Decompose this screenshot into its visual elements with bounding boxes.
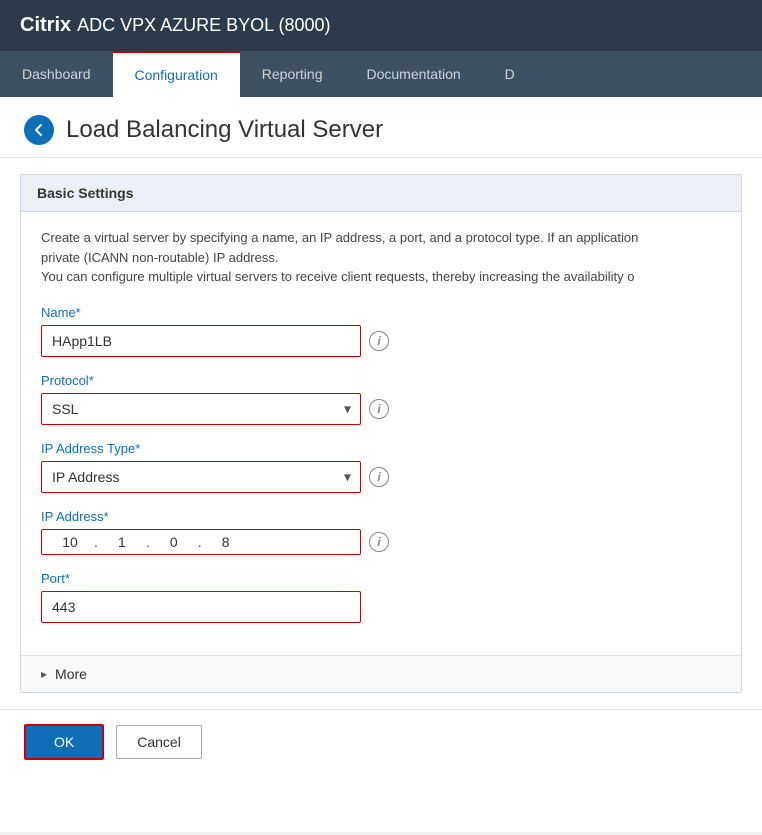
port-field-group: Port* bbox=[41, 571, 721, 623]
protocol-select[interactable]: SSL HTTP HTTPS TCP UDP bbox=[41, 393, 361, 425]
ip-address-type-select[interactable]: IP Address Non Addressable bbox=[41, 461, 361, 493]
ip-dot-2: . bbox=[146, 534, 150, 550]
more-label: More bbox=[55, 666, 87, 682]
page-title: Load Balancing Virtual Server bbox=[66, 116, 383, 144]
port-field-row bbox=[41, 591, 721, 623]
section-description: Create a virtual server by specifying a … bbox=[41, 228, 721, 287]
ip-dot-1: . bbox=[94, 534, 98, 550]
ip-octet-1[interactable] bbox=[50, 534, 90, 550]
name-info-icon[interactable]: i bbox=[369, 331, 389, 351]
back-arrow-icon bbox=[31, 122, 47, 138]
ip-address-type-field-group: IP Address Type* IP Address Non Addressa… bbox=[41, 441, 721, 493]
brand-citrix: Citrix bbox=[20, 14, 71, 37]
more-arrow-icon: ▸ bbox=[41, 667, 47, 681]
ip-address-type-label: IP Address Type* bbox=[41, 441, 721, 456]
port-input[interactable] bbox=[41, 591, 361, 623]
basic-settings-section: Basic Settings Create a virtual server b… bbox=[20, 174, 742, 693]
section-title: Basic Settings bbox=[21, 175, 741, 212]
ip-address-type-select-wrapper: IP Address Non Addressable bbox=[41, 461, 361, 493]
ip-address-type-info-icon[interactable]: i bbox=[369, 467, 389, 487]
description-line1: Create a virtual server by specifying a … bbox=[41, 230, 638, 245]
back-button[interactable] bbox=[24, 115, 54, 145]
buttons-area: OK Cancel bbox=[0, 709, 762, 774]
ip-address-field-row: . . . i bbox=[41, 529, 721, 555]
ip-dot-3: . bbox=[198, 534, 202, 550]
protocol-label: Protocol* bbox=[41, 373, 721, 388]
tab-configuration[interactable]: Configuration bbox=[113, 51, 240, 97]
brand-rest: ADC VPX AZURE BYOL (8000) bbox=[77, 15, 330, 36]
description-line2: private (ICANN non-routable) IP address. bbox=[41, 250, 278, 265]
ok-button[interactable]: OK bbox=[24, 724, 104, 760]
name-input[interactable] bbox=[41, 325, 361, 357]
nav-tabs: Dashboard Configuration Reporting Docume… bbox=[0, 51, 762, 97]
ip-address-input-group: . . . bbox=[41, 529, 361, 555]
protocol-field-row: SSL HTTP HTTPS TCP UDP i bbox=[41, 393, 721, 425]
tab-documentation[interactable]: Documentation bbox=[344, 51, 482, 97]
name-field-group: Name* i bbox=[41, 305, 721, 357]
content-area: Basic Settings Create a virtual server b… bbox=[0, 174, 762, 794]
ip-octet-4[interactable] bbox=[206, 534, 246, 550]
ip-address-info-icon[interactable]: i bbox=[369, 532, 389, 552]
page-title-area: Load Balancing Virtual Server bbox=[0, 97, 762, 158]
ip-address-label: IP Address* bbox=[41, 509, 721, 524]
name-label: Name* bbox=[41, 305, 721, 320]
tab-dashboard[interactable]: Dashboard bbox=[0, 51, 113, 97]
name-field-row: i bbox=[41, 325, 721, 357]
ip-octet-3[interactable] bbox=[154, 534, 194, 550]
cancel-button[interactable]: Cancel bbox=[116, 725, 202, 759]
ip-address-type-field-row: IP Address Non Addressable i bbox=[41, 461, 721, 493]
page-container: Load Balancing Virtual Server Basic Sett… bbox=[0, 97, 762, 832]
protocol-field-group: Protocol* SSL HTTP HTTPS TCP UDP i bbox=[41, 373, 721, 425]
more-section[interactable]: ▸ More bbox=[21, 655, 741, 692]
protocol-select-wrapper: SSL HTTP HTTPS TCP UDP bbox=[41, 393, 361, 425]
tab-reporting[interactable]: Reporting bbox=[240, 51, 345, 97]
header: Citrix ADC VPX AZURE BYOL (8000) bbox=[0, 0, 762, 51]
protocol-info-icon[interactable]: i bbox=[369, 399, 389, 419]
tab-more[interactable]: D bbox=[483, 51, 537, 97]
ip-octet-2[interactable] bbox=[102, 534, 142, 550]
section-body: Create a virtual server by specifying a … bbox=[21, 212, 741, 655]
brand: Citrix ADC VPX AZURE BYOL (8000) bbox=[20, 14, 331, 37]
description-line3: You can configure multiple virtual serve… bbox=[41, 269, 635, 284]
port-label: Port* bbox=[41, 571, 721, 586]
ip-address-field-group: IP Address* . . . i bbox=[41, 509, 721, 555]
